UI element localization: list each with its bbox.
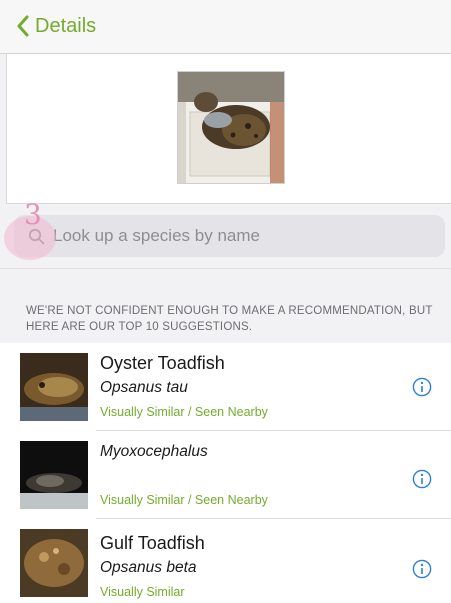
info-icon[interactable] [412, 377, 432, 397]
search-section [0, 204, 451, 268]
info-icon[interactable] [412, 559, 432, 579]
common-name: Oyster Toadfish [100, 353, 225, 373]
back-button[interactable]: Details [16, 15, 96, 37]
suggestions-header: We're not confident enough to make a rec… [0, 268, 451, 343]
species-search-input[interactable] [53, 226, 433, 246]
scientific-name: Myoxocephalus [100, 443, 208, 460]
species-thumbnail [20, 529, 88, 597]
chevron-left-icon [17, 15, 29, 37]
search-icon [28, 228, 45, 244]
suggestions-header-text: We're not confident enough to make a rec… [26, 305, 433, 333]
match-tag: Visually Similar / Seen Nearby [100, 493, 268, 507]
match-tag: Visually Similar / Seen Nearby [100, 405, 268, 419]
species-thumbnail [20, 441, 88, 509]
info-icon[interactable] [412, 469, 432, 489]
common-name: Gulf Toadfish [100, 533, 205, 553]
search-bar[interactable] [14, 215, 445, 257]
scientific-name: Opsanus tau [100, 379, 188, 396]
scientific-name: Opsanus beta [100, 559, 197, 576]
list-item[interactable]: Oyster Toadfish Opsanus tau Visually Sim… [0, 343, 451, 431]
suggestions-list: Oyster Toadfish Opsanus tau Visually Sim… [0, 343, 451, 603]
back-label: Details [35, 15, 97, 37]
navigation-bar: Details [0, 0, 451, 54]
observation-photo[interactable] [177, 71, 285, 184]
list-item[interactable]: Myoxocephalus Visually Similar / Seen Ne… [0, 431, 451, 519]
match-tag: Visually Similar [100, 585, 185, 599]
observation-photo-area [6, 54, 451, 204]
species-thumbnail [20, 353, 88, 421]
list-item[interactable]: Gulf Toadfish Opsanus beta Visually Simi… [0, 519, 451, 603]
